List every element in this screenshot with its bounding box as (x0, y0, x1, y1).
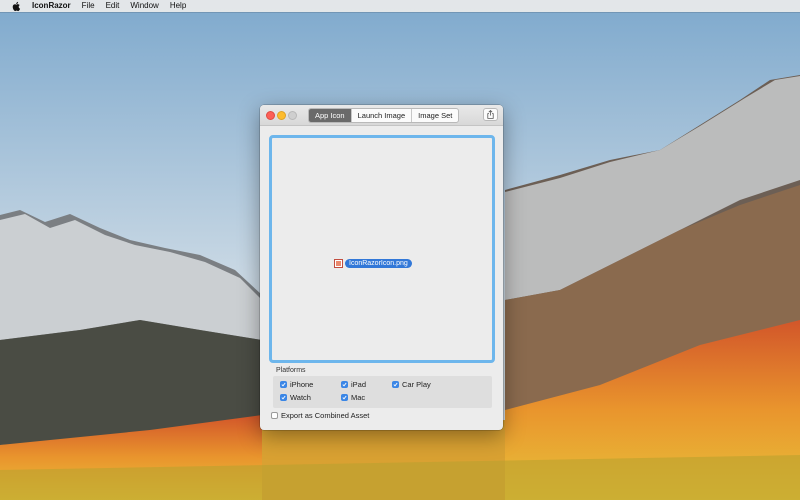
apple-icon[interactable] (11, 1, 22, 12)
icon-drop-zone[interactable]: IconRazorIcon.png (269, 135, 495, 363)
iconrazor-window: App Icon Launch Image Image Set IconRazo… (260, 105, 503, 430)
checkbox-unchecked (271, 412, 278, 419)
zoom-window-button[interactable] (288, 111, 297, 120)
close-window-button[interactable] (266, 111, 275, 120)
mac-checkbox[interactable]: Mac (341, 393, 365, 402)
carplay-checkbox[interactable]: Car Play (392, 380, 431, 389)
checkmark-icon (280, 381, 287, 388)
file-name-label: IconRazorIcon.png (345, 259, 412, 268)
menu-file[interactable]: File (82, 0, 95, 12)
export-combined-asset-checkbox[interactable]: Export as Combined Asset (271, 411, 369, 420)
window-titlebar[interactable]: App Icon Launch Image Image Set (260, 105, 503, 126)
iphone-label: iPhone (290, 380, 314, 389)
menu-edit[interactable]: Edit (106, 0, 120, 12)
checkmark-icon (341, 381, 348, 388)
menu-bar: IconRazor File Edit Window Help (0, 0, 800, 12)
watch-checkbox[interactable]: Watch (280, 393, 311, 402)
menu-window[interactable]: Window (130, 0, 158, 12)
platforms-heading: Platforms (276, 367, 306, 374)
watch-label: Watch (290, 393, 311, 402)
mac-label: Mac (351, 393, 366, 402)
checkmark-icon (280, 394, 287, 401)
mode-tabs: App Icon Launch Image Image Set (308, 108, 460, 123)
tab-image-set[interactable]: Image Set (411, 109, 458, 122)
tab-launch-image[interactable]: Launch Image (350, 109, 412, 122)
share-button[interactable] (483, 108, 498, 121)
platforms-group: iPhone iPad Car Play Watch Mac (273, 376, 492, 408)
dropped-file[interactable]: IconRazorIcon.png (334, 259, 412, 268)
checkmark-icon (341, 394, 348, 401)
app-menu-iconrazor[interactable]: IconRazor (32, 0, 71, 12)
tab-app-icon[interactable]: App Icon (309, 109, 351, 122)
carplay-label: Car Play (402, 380, 431, 389)
png-file-icon (334, 259, 343, 268)
iphone-checkbox[interactable]: iPhone (280, 380, 313, 389)
ipad-checkbox[interactable]: iPad (341, 380, 366, 389)
share-icon (487, 110, 494, 119)
export-combined-asset-label: Export as Combined Asset (281, 411, 370, 420)
checkmark-icon (392, 381, 399, 388)
ipad-label: iPad (351, 380, 367, 389)
menu-help[interactable]: Help (170, 0, 186, 12)
minimize-window-button[interactable] (277, 111, 286, 120)
